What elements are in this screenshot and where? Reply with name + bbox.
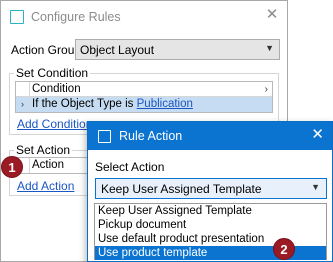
action-group-label: Action Group — [11, 43, 82, 57]
condition-cell: If the Object Type is Publication — [32, 98, 193, 110]
add-condition-link[interactable]: Add Condition — [17, 117, 92, 131]
window-title: Configure Rules — [31, 10, 121, 24]
selected-action-value: Keep User Assigned Template — [101, 182, 262, 196]
window-icon — [98, 130, 111, 143]
option-keep-user-assigned-template[interactable]: Keep User Assigned Template — [95, 204, 326, 218]
rule-action-titlebar: Rule Action ✕ — [88, 122, 332, 150]
close-icon[interactable]: ✕ — [264, 6, 280, 24]
step-badge-1: 1 — [1, 156, 23, 178]
condition-header: Condition — [32, 83, 81, 95]
condition-text: If the Object Type is — [32, 98, 137, 110]
select-action-label: Select Action — [95, 160, 165, 174]
dialog-title: Rule Action — [119, 129, 183, 143]
action-group-select[interactable]: Object Layout ▼ — [75, 39, 280, 60]
set-condition-title: Set Condition — [14, 66, 91, 80]
chevron-right-icon: › — [264, 84, 268, 95]
row-header — [16, 82, 30, 96]
add-action-link[interactable]: Add Action — [17, 179, 74, 193]
set-action-title: Set Action — [14, 143, 73, 157]
condition-header-row: Condition › — [16, 82, 272, 97]
close-icon[interactable]: ✕ — [311, 126, 324, 144]
configure-rules-titlebar: Configure Rules ✕ — [1, 1, 287, 33]
chevron-down-icon: ▼ — [311, 182, 320, 192]
condition-grid: Condition › › If the Object Type is Publ… — [15, 81, 273, 113]
condition-row[interactable]: › If the Object Type is Publication — [16, 97, 272, 112]
row-arrow-icon: › — [16, 97, 30, 112]
chevron-down-icon: ▼ — [265, 43, 274, 53]
step-badge-2: 2 — [273, 238, 295, 260]
action-header: Action — [32, 159, 64, 171]
window-icon — [10, 10, 24, 24]
action-group-value: Object Layout — [80, 43, 155, 57]
option-pickup-document[interactable]: Pickup document — [95, 218, 326, 232]
select-action-combobox[interactable]: Keep User Assigned Template ▼ — [95, 178, 327, 199]
publication-link[interactable]: Publication — [137, 98, 193, 110]
